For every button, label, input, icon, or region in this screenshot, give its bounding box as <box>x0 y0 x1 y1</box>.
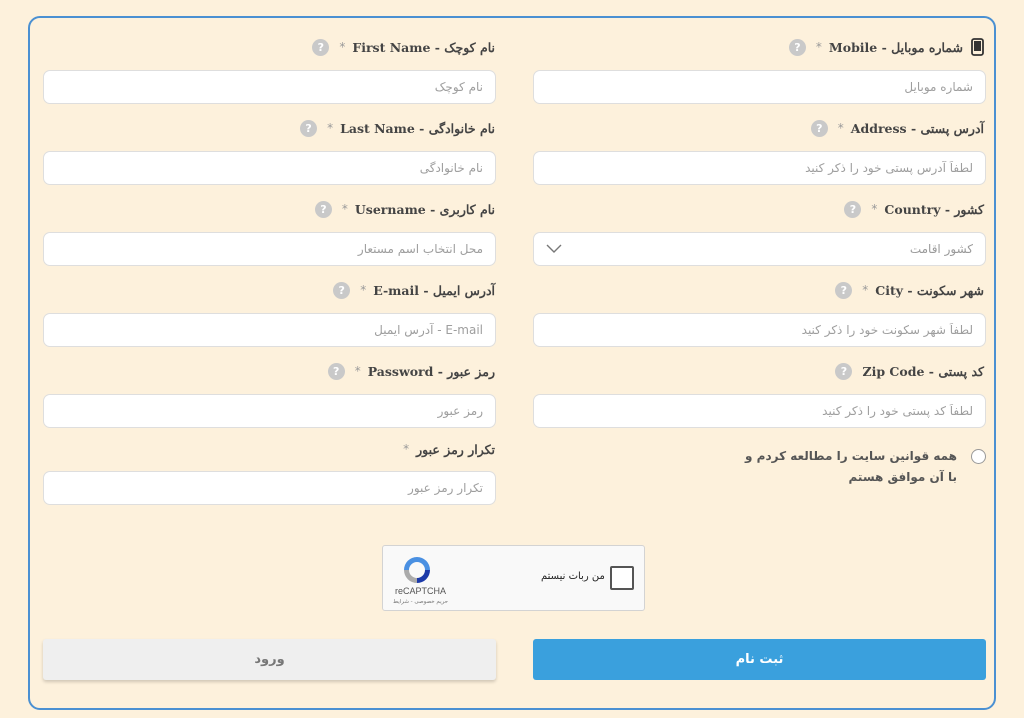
help-icon[interactable]: ? <box>327 362 345 380</box>
password-repeat-input[interactable] <box>43 471 496 505</box>
zip-input[interactable] <box>533 394 986 428</box>
terms-radio[interactable] <box>971 449 986 464</box>
first-name-label: ? * First Name - نام کوچک <box>312 37 495 57</box>
address-input[interactable] <box>533 151 986 185</box>
zip-label: ? Zip Code - کد پستی <box>835 361 984 381</box>
email-label: ? * E-mail - آدرس ایمیل <box>333 280 495 300</box>
username-label: ? * Username - نام کاربری <box>314 199 495 219</box>
login-button[interactable]: ورود <box>43 639 496 680</box>
email-label-text: E-mail - آدرس ایمیل <box>373 282 495 298</box>
recaptcha-widget: من ربات نیستم reCAPTCHA حریم خصوصی - شرا… <box>382 545 645 611</box>
recaptcha-logo-icon <box>404 557 430 583</box>
address-label-text: Address - آدرس پستی <box>850 120 984 136</box>
password-repeat-label: * تکرار رمز عبور <box>403 441 495 457</box>
mobile-label: ? * Mobile - شماره موبایل <box>788 37 984 57</box>
help-icon[interactable]: ? <box>835 362 853 380</box>
help-icon[interactable]: ? <box>788 38 806 56</box>
register-button[interactable]: ثبت نام <box>533 639 986 680</box>
last-name-input[interactable] <box>43 151 496 185</box>
username-label-text: Username - نام کاربری <box>354 201 495 217</box>
recaptcha-links[interactable]: حریم خصوصی - شرایط <box>393 599 448 605</box>
help-icon[interactable]: ? <box>314 200 332 218</box>
email-input[interactable] <box>43 313 496 347</box>
help-icon[interactable]: ? <box>844 200 862 218</box>
password-label: ? * Password - رمز عبور <box>327 361 495 381</box>
help-icon[interactable]: ? <box>810 119 828 137</box>
address-label: ? * Address - آدرس پستی <box>810 118 984 138</box>
city-label: ? * City - شهر سکونت <box>835 280 984 300</box>
zip-label-text: Zip Code - کد پستی <box>862 363 984 379</box>
last-name-label-text: Last Name - نام خانوادگی <box>340 120 495 136</box>
country-select[interactable]: کشور اقامت <box>533 232 986 266</box>
recaptcha-brand: reCAPTCHA <box>395 586 447 596</box>
mobile-phone-icon <box>971 38 984 56</box>
recaptcha-label: من ربات نیستم <box>541 571 605 582</box>
username-input[interactable] <box>43 232 496 266</box>
last-name-label: ? * Last Name - نام خانوادگی <box>300 118 495 138</box>
mobile-input[interactable] <box>533 70 986 104</box>
country-label-text: Country - کشور <box>884 201 984 217</box>
password-label-text: Password - رمز عبور <box>367 363 495 379</box>
help-icon[interactable]: ? <box>333 281 351 299</box>
first-name-input[interactable] <box>43 70 496 104</box>
chevron-down-icon <box>546 244 562 253</box>
help-icon[interactable]: ? <box>300 119 318 137</box>
city-input[interactable] <box>533 313 986 347</box>
terms-agreement[interactable]: همه قوانین سایت را مطالعه کردم و با آن م… <box>740 446 986 488</box>
country-select-value: کشور اقامت <box>909 242 973 256</box>
city-label-text: City - شهر سکونت <box>875 282 984 298</box>
password-repeat-label-text: تکرار رمز عبور <box>416 441 495 457</box>
mobile-label-text: Mobile - شماره موبایل <box>828 39 963 55</box>
recaptcha-checkbox[interactable] <box>610 566 634 590</box>
help-icon[interactable]: ? <box>835 281 853 299</box>
first-name-label-text: First Name - نام کوچک <box>352 39 495 55</box>
password-input[interactable] <box>43 394 496 428</box>
terms-text: همه قوانین سایت را مطالعه کردم و با آن م… <box>745 449 957 484</box>
country-label: ? * Country - کشور <box>844 199 984 219</box>
help-icon[interactable]: ? <box>312 38 330 56</box>
